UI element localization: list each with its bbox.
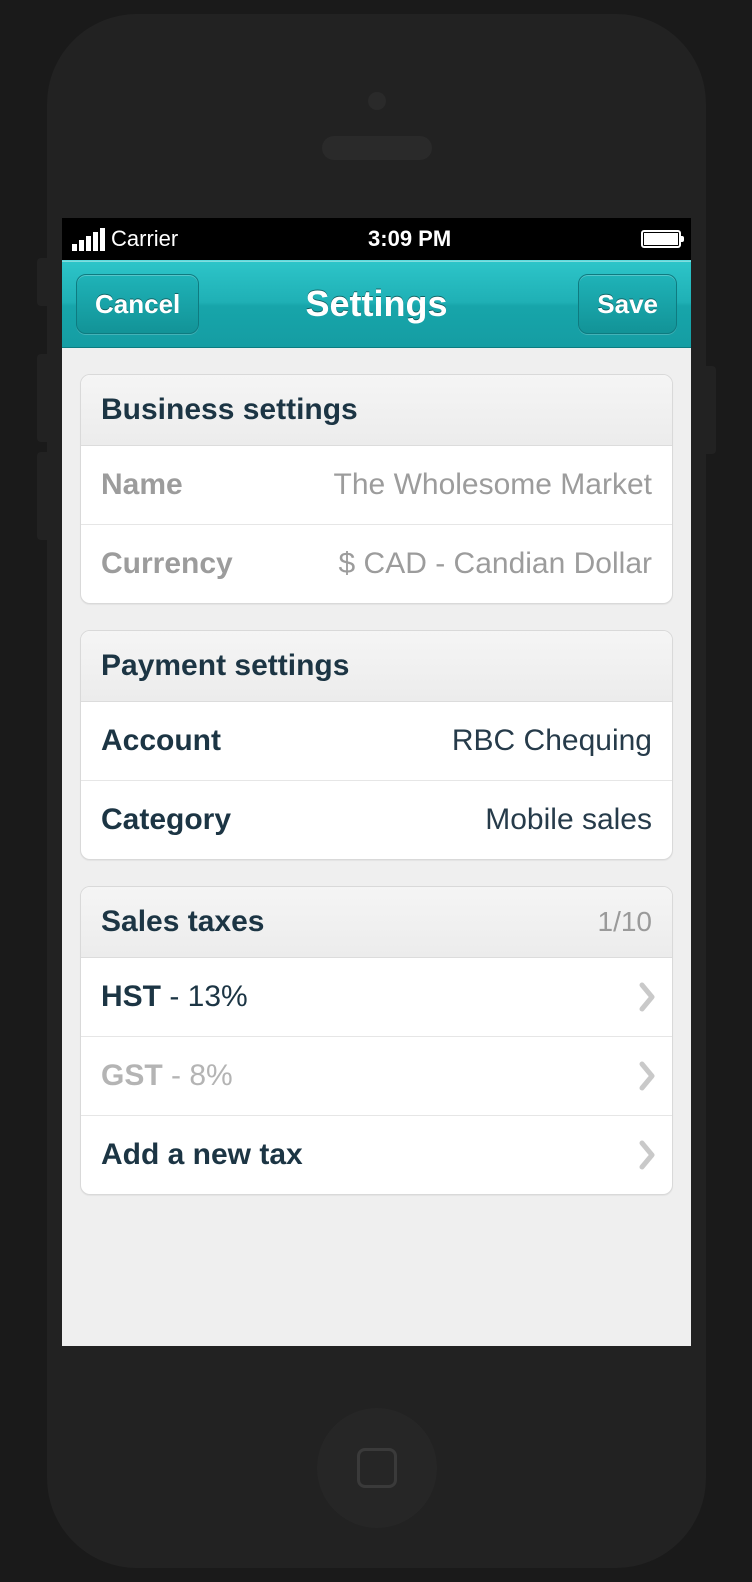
nav-bar: Cancel Settings Save	[62, 260, 691, 348]
payment-settings-header: Payment settings	[81, 631, 672, 702]
chevron-right-icon	[638, 1139, 658, 1171]
sales-taxes-card: Sales taxes 1/10 HST - 13% GST - 8%	[80, 886, 673, 1195]
chevron-right-icon	[638, 981, 658, 1013]
payment-category-value: Mobile sales	[485, 803, 652, 837]
save-button[interactable]: Save	[578, 274, 677, 334]
payment-settings-title: Payment settings	[101, 649, 349, 683]
business-currency-label: Currency	[101, 547, 233, 581]
business-settings-header: Business settings	[81, 375, 672, 446]
add-tax-row[interactable]: Add a new tax	[81, 1116, 672, 1194]
business-name-value: The Wholesome Market	[334, 468, 652, 502]
payment-account-value: RBC Chequing	[452, 724, 652, 758]
payment-settings-card: Payment settings Account RBC Chequing Ca…	[80, 630, 673, 860]
business-name-label: Name	[101, 468, 183, 502]
payment-account-label: Account	[101, 724, 221, 758]
phone-volume-up	[37, 354, 47, 442]
payment-category-row[interactable]: Category Mobile sales	[81, 781, 672, 859]
tax-row-gst[interactable]: GST - 8%	[81, 1037, 672, 1116]
business-currency-row[interactable]: Currency $ CAD - Candian Dollar	[81, 525, 672, 603]
sales-taxes-counter: 1/10	[598, 906, 653, 938]
payment-category-label: Category	[101, 803, 231, 837]
tax-gst-text: GST - 8%	[101, 1059, 233, 1093]
status-time: 3:09 PM	[178, 226, 641, 252]
status-bar: Carrier 3:09 PM	[62, 218, 691, 260]
business-currency-value: $ CAD - Candian Dollar	[339, 547, 652, 581]
tax-gst-rate: 8%	[189, 1059, 232, 1092]
screen: Carrier 3:09 PM Cancel Settings Save Bus…	[62, 218, 691, 1346]
tax-gst-code: GST	[101, 1059, 163, 1092]
phone-frame: Carrier 3:09 PM Cancel Settings Save Bus…	[47, 14, 706, 1568]
content: Business settings Name The Wholesome Mar…	[62, 348, 691, 1346]
business-name-row[interactable]: Name The Wholesome Market	[81, 446, 672, 525]
cancel-button[interactable]: Cancel	[76, 274, 199, 334]
sales-taxes-header: Sales taxes 1/10	[81, 887, 672, 958]
home-button[interactable]	[317, 1408, 437, 1528]
carrier-label: Carrier	[111, 226, 178, 252]
tax-hst-text: HST - 13%	[101, 980, 248, 1014]
phone-speaker	[322, 136, 432, 160]
phone-power-button	[706, 366, 716, 454]
phone-camera	[368, 92, 386, 110]
payment-account-row[interactable]: Account RBC Chequing	[81, 702, 672, 781]
tax-hst-code: HST	[101, 980, 161, 1013]
chevron-right-icon	[638, 1060, 658, 1092]
tax-hst-rate: 13%	[188, 980, 248, 1013]
tax-row-hst[interactable]: HST - 13%	[81, 958, 672, 1037]
battery-icon	[641, 230, 681, 248]
phone-volume-down	[37, 452, 47, 540]
signal-icon	[72, 228, 105, 251]
phone-mute-switch	[37, 258, 47, 306]
business-settings-title: Business settings	[101, 393, 358, 427]
business-settings-card: Business settings Name The Wholesome Mar…	[80, 374, 673, 604]
sales-taxes-title: Sales taxes	[101, 905, 264, 939]
add-tax-label: Add a new tax	[101, 1138, 303, 1172]
